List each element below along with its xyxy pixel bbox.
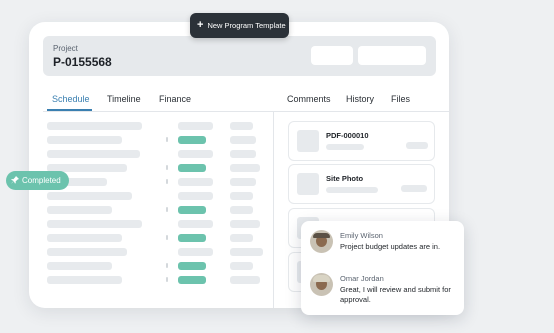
file-name: Site Photo [326, 174, 364, 183]
file-name: PDF-000010 [326, 131, 369, 140]
table-row[interactable] [47, 248, 277, 258]
project-header: Project P-0155568 [43, 36, 436, 76]
comment-author: Omar Jordan [340, 274, 384, 283]
header-action-button[interactable] [311, 46, 353, 65]
tabs-divider-right [274, 111, 449, 112]
avatar [310, 230, 333, 253]
table-row[interactable] [47, 178, 277, 188]
table-row[interactable] [47, 150, 277, 160]
comment-text: Project budget updates are in. [340, 242, 441, 251]
header-primary-button[interactable] [358, 46, 426, 65]
project-label: Project [53, 44, 78, 53]
table-row[interactable] [47, 220, 277, 230]
pin-icon [11, 175, 19, 186]
tab-finance[interactable]: Finance [159, 94, 191, 104]
comment-text: Great, I will review and submit for appr… [340, 285, 451, 304]
tab-files[interactable]: Files [391, 94, 410, 104]
status-badge: Completed [6, 171, 69, 190]
status-badge-label: Completed [22, 176, 61, 185]
table-row[interactable] [47, 122, 277, 132]
comments-popover: Emily Wilson Project budget updates are … [301, 221, 464, 315]
table-row[interactable] [47, 234, 277, 244]
file-thumbnail [297, 173, 319, 195]
tab-comments[interactable]: Comments [287, 94, 331, 104]
table-row[interactable] [47, 206, 277, 216]
file-item[interactable]: Site Photo [288, 164, 435, 204]
avatar [310, 273, 333, 296]
tab-schedule[interactable]: Schedule [52, 94, 90, 104]
new-program-template-button[interactable]: + New Program Template [190, 13, 289, 38]
new-template-label: New Program Template [207, 21, 286, 30]
project-id: P-0155568 [53, 55, 112, 69]
table-row[interactable] [47, 192, 277, 202]
tabs-divider [43, 111, 273, 112]
table-row[interactable] [47, 164, 277, 174]
file-thumbnail [297, 130, 319, 152]
table-row[interactable] [47, 136, 277, 146]
tab-history[interactable]: History [346, 94, 374, 104]
comment-author: Emily Wilson [340, 231, 383, 240]
file-item[interactable]: PDF-000010 [288, 121, 435, 161]
table-row[interactable] [47, 262, 277, 272]
tab-timeline[interactable]: Timeline [107, 94, 141, 104]
plus-icon: + [197, 19, 204, 31]
table-row[interactable] [47, 276, 277, 286]
